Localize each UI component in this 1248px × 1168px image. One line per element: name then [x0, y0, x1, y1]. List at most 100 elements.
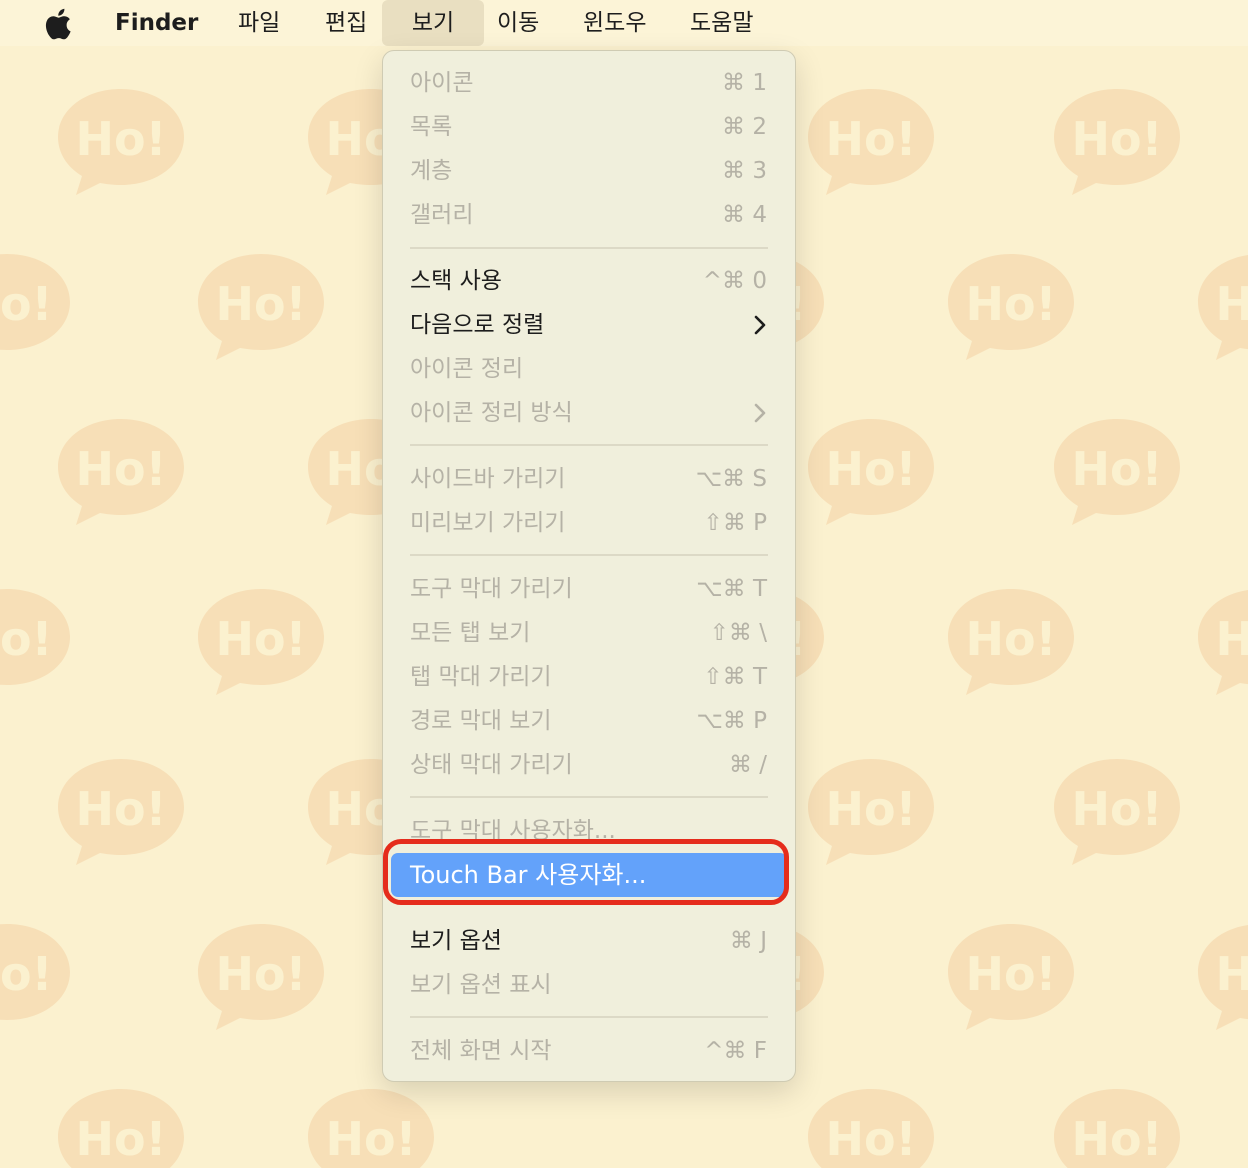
svg-text:Ho!: Ho!: [1215, 612, 1248, 666]
menu-item-label: 계층: [410, 158, 453, 184]
menubar-app-name[interactable]: Finder: [115, 0, 198, 46]
menu-item-shortcut: ⌘ 1: [722, 70, 767, 96]
wallpaper-bubble: Ho!: [1194, 920, 1248, 1032]
svg-text:Ho!: Ho!: [825, 782, 916, 836]
menu-separator: [410, 444, 768, 446]
menu-item-use-stacks[interactable]: 스택 사용 ^⌘ 0: [383, 261, 795, 301]
menu-item-label: 목록: [410, 114, 453, 140]
menu-separator: [410, 554, 768, 556]
menubar-item-edit[interactable]: 편집: [325, 0, 367, 46]
wallpaper-bubble: Ho!: [0, 920, 74, 1032]
wallpaper-bubble: Ho!: [944, 920, 1078, 1032]
menu-item-hide-status-bar[interactable]: 상태 막대 가리기 ⌘ /: [383, 745, 795, 785]
menu-item-hide-tab-bar[interactable]: 탭 막대 가리기 ⇧⌘ T: [383, 657, 795, 697]
svg-text:Ho!: Ho!: [1071, 782, 1162, 836]
wallpaper-bubble: Ho!: [944, 585, 1078, 697]
svg-text:Ho!: Ho!: [75, 1112, 166, 1166]
svg-text:Ho!: Ho!: [965, 277, 1056, 331]
view-menu-dropdown: 아이콘 ⌘ 1 목록 ⌘ 2 계층 ⌘ 3 갤러리 ⌘ 4 스택 사용 ^⌘ 0…: [382, 50, 796, 1082]
wallpaper-bubble: Ho!: [304, 1085, 438, 1168]
menu-item-shortcut: ^⌘ F: [704, 1038, 767, 1064]
menu-item-label: 아이콘 정리 방식: [410, 400, 573, 426]
svg-text:Ho!: Ho!: [215, 947, 306, 1001]
menubar-item-go[interactable]: 이동: [497, 0, 539, 46]
svg-text:Ho!: Ho!: [1071, 1112, 1162, 1166]
menu-item-sort-by[interactable]: 다음으로 정렬: [383, 305, 795, 345]
svg-text:Ho!: Ho!: [325, 1112, 416, 1166]
svg-text:Ho!: Ho!: [825, 442, 916, 496]
wallpaper-bubble: Ho!: [54, 755, 188, 867]
menu-item-hide-preview[interactable]: 미리보기 가리기 ⇧⌘ P: [383, 503, 795, 543]
menu-item-icons[interactable]: 아이콘 ⌘ 1: [383, 63, 795, 103]
menu-item-shortcut: ^⌘ 0: [702, 268, 767, 294]
menu-item-show-view-options[interactable]: 보기 옵션 표시: [383, 965, 795, 1005]
svg-text:Ho!: Ho!: [75, 442, 166, 496]
menu-item-view-options[interactable]: 보기 옵션 ⌘ J: [383, 921, 795, 961]
wallpaper-bubble: Ho!: [1050, 755, 1184, 867]
wallpaper-bubble: Ho!: [0, 250, 74, 362]
menu-item-show-path-bar[interactable]: 경로 막대 보기 ⌥⌘ P: [383, 701, 795, 741]
menu-item-shortcut: ⌘ 3: [722, 158, 767, 184]
menu-item-show-all-tabs[interactable]: 모든 탭 보기 ⇧⌘ \: [383, 613, 795, 653]
svg-text:Ho!: Ho!: [0, 612, 53, 666]
callout-highlight-ring: [383, 839, 789, 905]
menu-item-gallery[interactable]: 갤러리 ⌘ 4: [383, 195, 795, 235]
menu-item-label: 경로 막대 보기: [410, 708, 552, 734]
menu-item-clean-up[interactable]: 아이콘 정리: [383, 349, 795, 389]
menu-item-shortcut: ⌥⌘ P: [696, 708, 767, 734]
menu-item-label: 탭 막대 가리기: [410, 664, 552, 690]
menu-item-shortcut: ⇧⌘ T: [703, 664, 767, 690]
wallpaper-bubble: Ho!: [194, 920, 328, 1032]
menubar-item-view[interactable]: 보기: [382, 0, 484, 46]
wallpaper-bubble: Ho!: [804, 415, 938, 527]
menu-item-label: 모든 탭 보기: [410, 620, 531, 646]
menu-item-hide-sidebar[interactable]: 사이드바 가리기 ⌥⌘ S: [383, 459, 795, 499]
menu-separator: [410, 1016, 768, 1018]
menu-item-shortcut: ⇧⌘ \: [709, 620, 767, 646]
svg-text:Ho!: Ho!: [215, 277, 306, 331]
svg-text:Ho!: Ho!: [75, 112, 166, 166]
chevron-right-icon: [754, 403, 766, 423]
menu-item-label: 상태 막대 가리기: [410, 752, 573, 778]
menu-item-shortcut: ⇧⌘ P: [703, 510, 767, 536]
apple-logo-icon[interactable]: [42, 7, 72, 41]
menu-separator: [410, 796, 768, 798]
wallpaper-bubble: Ho!: [1050, 415, 1184, 527]
menu-item-label: 전체 화면 시작: [410, 1038, 552, 1064]
wallpaper-bubble: Ho!: [1050, 1085, 1184, 1168]
menu-separator: [410, 247, 768, 249]
wallpaper-bubble: Ho!: [194, 250, 328, 362]
wallpaper-bubble: Ho!: [194, 585, 328, 697]
wallpaper-bubble: Ho!: [54, 415, 188, 527]
menu-item-label: 아이콘: [410, 70, 474, 96]
menubar-item-window[interactable]: 윈도우: [583, 0, 646, 46]
menubar-item-help[interactable]: 도움말: [690, 0, 753, 46]
menu-item-hide-toolbar[interactable]: 도구 막대 가리기 ⌥⌘ T: [383, 569, 795, 609]
wallpaper-bubble: Ho!: [804, 1085, 938, 1168]
menu-item-label: 보기 옵션: [410, 928, 502, 954]
menu-item-label: 스택 사용: [410, 268, 502, 294]
svg-text:Ho!: Ho!: [825, 112, 916, 166]
menu-item-columns[interactable]: 계층 ⌘ 3: [383, 151, 795, 191]
svg-text:Ho!: Ho!: [965, 612, 1056, 666]
chevron-right-icon: [754, 315, 766, 335]
wallpaper-bubble: Ho!: [1194, 250, 1248, 362]
svg-text:Ho!: Ho!: [0, 947, 53, 1001]
menu-item-label: 미리보기 가리기: [410, 510, 566, 536]
menu-item-list[interactable]: 목록 ⌘ 2: [383, 107, 795, 147]
menu-item-label: 도구 막대 가리기: [410, 576, 573, 602]
svg-text:Ho!: Ho!: [1215, 277, 1248, 331]
svg-text:Ho!: Ho!: [965, 947, 1056, 1001]
menu-item-shortcut: ⌘ J: [729, 928, 767, 954]
wallpaper-bubble: Ho!: [804, 85, 938, 197]
menubar-item-file[interactable]: 파일: [238, 0, 280, 46]
menu-item-shortcut: ⌥⌘ S: [695, 466, 767, 492]
menu-item-label: 사이드바 가리기: [410, 466, 566, 492]
svg-text:Ho!: Ho!: [0, 277, 53, 331]
menu-item-clean-up-by[interactable]: 아이콘 정리 방식: [383, 393, 795, 433]
wallpaper-bubble: Ho!: [1050, 85, 1184, 197]
svg-text:Ho!: Ho!: [1215, 947, 1248, 1001]
menu-item-enter-full-screen[interactable]: 전체 화면 시작 ^⌘ F: [383, 1031, 795, 1071]
wallpaper-bubble: Ho!: [54, 1085, 188, 1168]
wallpaper-bubble: Ho!: [804, 755, 938, 867]
